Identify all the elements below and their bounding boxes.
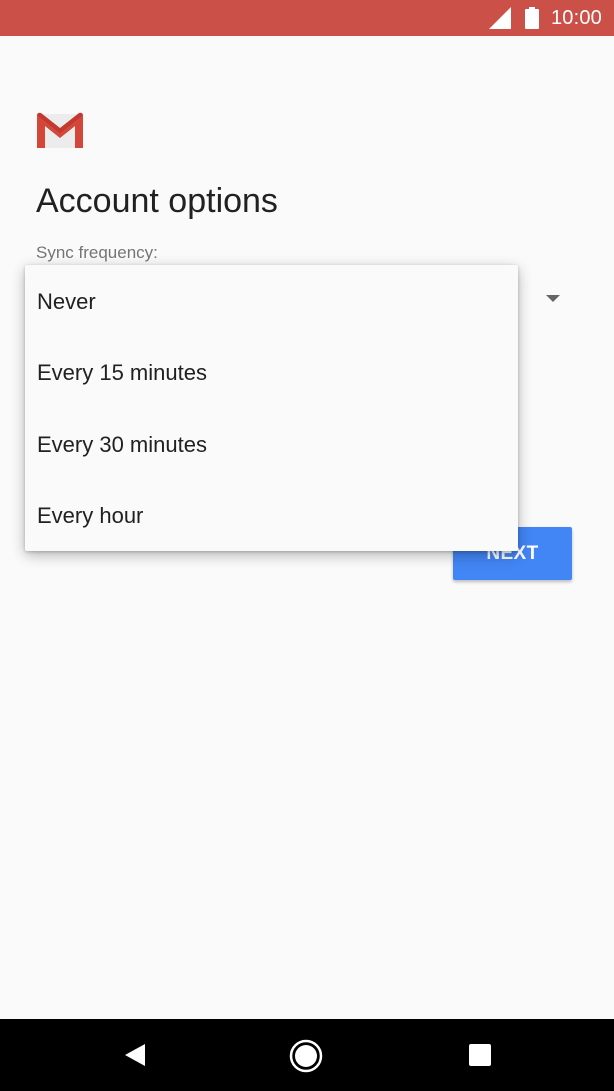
gmail-logo-icon	[37, 112, 83, 148]
cell-signal-icon	[488, 7, 511, 29]
dropdown-option-never[interactable]: Never	[25, 266, 518, 338]
page-title: Account options	[36, 182, 278, 220]
status-time: 10:00	[550, 6, 602, 29]
dropdown-option-hour[interactable]: Every hour	[25, 481, 518, 553]
navigation-bar	[0, 1019, 614, 1091]
sync-frequency-label: Sync frequency:	[36, 243, 158, 262]
home-icon[interactable]	[289, 1039, 323, 1073]
chevron-down-icon[interactable]	[546, 295, 560, 302]
dropdown-option-15-minutes[interactable]: Every 15 minutes	[25, 338, 518, 410]
recents-icon[interactable]	[469, 1044, 491, 1066]
status-bar: 10:00	[0, 0, 614, 36]
sync-frequency-dropdown: Never Every 15 minutes Every 30 minutes …	[25, 265, 518, 551]
battery-icon	[524, 7, 539, 29]
dropdown-option-30-minutes[interactable]: Every 30 minutes	[25, 409, 518, 481]
back-icon[interactable]	[123, 1043, 147, 1067]
screen: 10:00 Account options Sync frequency: NE…	[0, 0, 614, 1091]
